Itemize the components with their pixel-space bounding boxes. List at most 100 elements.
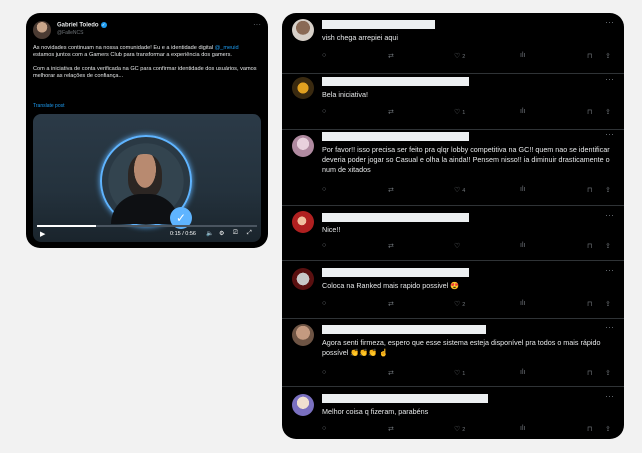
share-icon[interactable]: ⇪ bbox=[605, 242, 611, 250]
reply-item[interactable]: ··· Por favor!! isso precisa ser feito p… bbox=[282, 129, 624, 206]
reply-icon[interactable]: ○ bbox=[322, 186, 326, 193]
post-header: Gabriel Toledo ✓ @FalleNCS ··· bbox=[33, 21, 261, 45]
reply-icon[interactable]: ○ bbox=[322, 369, 326, 376]
retweet-icon[interactable]: ⇄ bbox=[388, 242, 394, 250]
retweet-icon[interactable]: ⇄ bbox=[388, 52, 394, 60]
reply-text: vish chega arrepiei aqui bbox=[322, 33, 398, 42]
play-icon[interactable]: ▶ bbox=[40, 230, 45, 238]
reply-icon[interactable]: ○ bbox=[322, 242, 326, 249]
post-text-part: As novidades continuam na nossa comunida… bbox=[33, 45, 215, 51]
like-icon[interactable]: ♡ 1 bbox=[454, 108, 465, 116]
reply-actions: ○ ⇄ ♡ 1 ılı ⊓ ⇪ bbox=[322, 108, 614, 118]
fullscreen-icon[interactable]: ⤢ bbox=[247, 230, 252, 237]
bookmark-icon[interactable]: ⊓ bbox=[587, 186, 592, 194]
more-icon[interactable]: ··· bbox=[605, 392, 614, 401]
video-player[interactable]: ✓ ▶ 0:15 / 0:56 🔈 ⚙ ⎚ ⤢ bbox=[33, 114, 261, 242]
replies-card: ··· vish chega arrepiei aqui ○ ⇄ ♡ 2 ılı … bbox=[282, 13, 624, 439]
author-handle[interactable]: @FalleNCS bbox=[57, 30, 83, 36]
bookmark-icon[interactable]: ⊓ bbox=[587, 425, 592, 433]
reply-icon[interactable]: ○ bbox=[322, 108, 326, 115]
reply-item[interactable]: ··· Melhor coisa q fizeram, parabéns ○ ⇄… bbox=[282, 386, 624, 439]
reply-actions: ○ ⇄ ♡ 4 ılı ⊓ ⇪ bbox=[322, 186, 614, 196]
more-icon[interactable]: ··· bbox=[605, 18, 614, 27]
retweet-icon[interactable]: ⇄ bbox=[388, 369, 394, 377]
author-name-row[interactable]: Gabriel Toledo ✓ bbox=[57, 22, 107, 29]
like-icon[interactable]: ♡ 2 bbox=[454, 52, 465, 60]
share-icon[interactable]: ⇪ bbox=[605, 52, 611, 60]
bookmark-icon[interactable]: ⊓ bbox=[587, 300, 592, 308]
retweet-icon[interactable]: ⇄ bbox=[388, 300, 394, 308]
views-icon[interactable]: ılı bbox=[520, 108, 525, 115]
share-icon[interactable]: ⇪ bbox=[605, 186, 611, 194]
more-icon[interactable]: ··· bbox=[605, 130, 614, 139]
like-count: 2 bbox=[462, 302, 466, 308]
verified-badge-icon: ✓ bbox=[100, 22, 107, 28]
retweet-icon[interactable]: ⇄ bbox=[388, 425, 394, 433]
redacted-username bbox=[322, 325, 486, 334]
views-icon[interactable]: ılı bbox=[520, 52, 525, 59]
bookmark-icon[interactable]: ⊓ bbox=[587, 108, 592, 116]
reply-actions: ○ ⇄ ♡ 2 ılı ⊓ ⇪ bbox=[322, 300, 614, 310]
mention-link[interactable]: @_meuid bbox=[215, 45, 239, 51]
like-icon[interactable]: ♡ 2 bbox=[454, 300, 465, 308]
like-icon[interactable]: ♡ 4 bbox=[454, 186, 465, 194]
reply-avatar[interactable] bbox=[292, 77, 314, 99]
reply-actions: ○ ⇄ ♡ ılı ⊓ ⇪ bbox=[322, 242, 614, 252]
retweet-icon[interactable]: ⇄ bbox=[388, 186, 394, 194]
volume-icon[interactable]: 🔈 bbox=[206, 230, 213, 237]
more-icon[interactable]: ··· bbox=[605, 323, 614, 332]
reply-icon[interactable]: ○ bbox=[322, 52, 326, 59]
captions-icon[interactable]: ⎚ bbox=[233, 230, 238, 237]
reply-item[interactable]: ··· Coloca na Ranked mais rapido possive… bbox=[282, 260, 624, 319]
reply-avatar[interactable] bbox=[292, 19, 314, 41]
reply-text: Melhor coisa q fizeram, parabéns bbox=[322, 407, 429, 416]
author-avatar[interactable] bbox=[33, 21, 51, 39]
post-paragraph-1: As novidades continuam na nossa comunida… bbox=[33, 45, 261, 60]
bookmark-icon[interactable]: ⊓ bbox=[587, 52, 592, 60]
more-icon[interactable]: ··· bbox=[605, 211, 614, 220]
like-icon[interactable]: ♡ bbox=[454, 242, 460, 250]
share-icon[interactable]: ⇪ bbox=[605, 425, 611, 433]
reply-item[interactable]: ··· Bela iniciativa! ○ ⇄ ♡ 1 ılı ⊓ ⇪ bbox=[282, 73, 624, 130]
reply-actions: ○ ⇄ ♡ 2 ılı ⊓ ⇪ bbox=[322, 425, 614, 435]
views-icon[interactable]: ılı bbox=[520, 369, 525, 376]
more-icon[interactable]: ··· bbox=[253, 21, 261, 29]
more-icon[interactable]: ··· bbox=[605, 266, 614, 275]
reply-actions: ○ ⇄ ♡ 1 ılı ⊓ ⇪ bbox=[322, 369, 614, 379]
translate-post-link[interactable]: Translate post bbox=[33, 103, 65, 109]
bookmark-icon[interactable]: ⊓ bbox=[587, 242, 592, 250]
share-icon[interactable]: ⇪ bbox=[605, 369, 611, 377]
share-icon[interactable]: ⇪ bbox=[605, 300, 611, 308]
video-progress-bar[interactable] bbox=[37, 225, 257, 227]
reply-item[interactable]: ··· vish chega arrepiei aqui ○ ⇄ ♡ 2 ılı … bbox=[282, 13, 624, 74]
views-icon[interactable]: ılı bbox=[520, 425, 525, 432]
like-icon[interactable]: ♡ 2 bbox=[454, 425, 465, 433]
reply-icon[interactable]: ○ bbox=[322, 425, 326, 432]
more-icon[interactable]: ··· bbox=[605, 75, 614, 84]
video-controls: ▶ 0:15 / 0:56 🔈 ⚙ ⎚ ⤢ bbox=[33, 228, 261, 242]
reply-avatar[interactable] bbox=[292, 324, 314, 346]
like-count: 2 bbox=[462, 427, 466, 433]
post-text: As novidades continuam na nossa comunida… bbox=[33, 45, 261, 87]
reply-item[interactable]: ··· Nice!! ○ ⇄ ♡ ılı ⊓ ⇪ bbox=[282, 205, 624, 261]
post-paragraph-2: Com a iniciativa de conta verificada na … bbox=[33, 65, 257, 80]
retweet-icon[interactable]: ⇄ bbox=[388, 108, 394, 116]
reply-avatar[interactable] bbox=[292, 268, 314, 290]
redacted-username bbox=[322, 213, 469, 222]
views-icon[interactable]: ılı bbox=[520, 242, 525, 249]
settings-icon[interactable]: ⚙ bbox=[219, 230, 224, 237]
views-icon[interactable]: ılı bbox=[520, 186, 525, 193]
reply-item[interactable]: ··· Agora senti firmeza, espero que esse… bbox=[282, 318, 624, 387]
like-icon[interactable]: ♡ 1 bbox=[454, 369, 465, 377]
views-icon[interactable]: ılı bbox=[520, 300, 525, 307]
reply-avatar[interactable] bbox=[292, 135, 314, 157]
reply-avatar[interactable] bbox=[292, 211, 314, 233]
reply-icon[interactable]: ○ bbox=[322, 300, 326, 307]
share-icon[interactable]: ⇪ bbox=[605, 108, 611, 116]
video-person-face bbox=[128, 154, 162, 198]
redacted-username bbox=[322, 20, 435, 29]
redacted-username bbox=[322, 268, 469, 277]
bookmark-icon[interactable]: ⊓ bbox=[587, 369, 592, 377]
author-name[interactable]: Gabriel Toledo bbox=[57, 23, 99, 29]
reply-avatar[interactable] bbox=[292, 394, 314, 416]
